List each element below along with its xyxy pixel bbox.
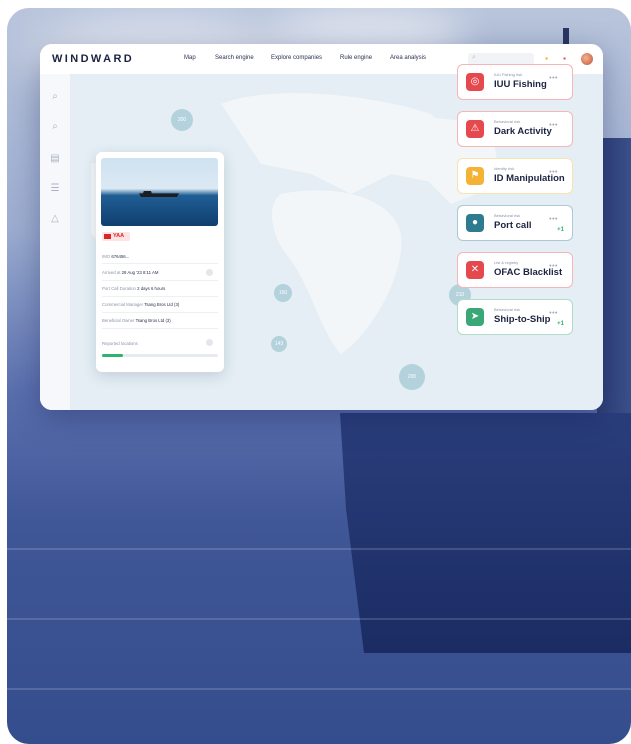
more-icon[interactable]: ••• — [549, 263, 558, 270]
risk-category: IUU Fishing risk — [494, 72, 523, 77]
toggle-icon[interactable] — [206, 339, 213, 346]
progress-bar — [102, 354, 218, 357]
fish-icon: ◎ — [466, 73, 484, 91]
map-cluster[interactable]: 200 — [171, 109, 193, 131]
flag-icon: ⚑ — [466, 167, 484, 185]
nav-explore-companies[interactable]: Explore companies — [271, 55, 322, 61]
vessel-row: Arrived at 28 Aug '23 8:11 AM — [102, 270, 159, 275]
search-icon[interactable]: ⌕ — [49, 122, 61, 132]
reported-locations-label: Reported locations — [102, 341, 138, 346]
risk-title: Dark Activity — [494, 126, 552, 137]
vessel-row: IMO 676456... — [102, 254, 130, 259]
vessel-icon — [139, 191, 179, 197]
sea-wave — [7, 688, 631, 690]
nav-area-analysis[interactable]: Area analysis — [390, 55, 426, 61]
flag-label: YAA — [113, 233, 125, 239]
sea-wave — [7, 618, 631, 620]
extra-count: +1 — [557, 227, 564, 233]
divider — [102, 312, 218, 313]
sea-wave — [7, 548, 631, 550]
risk-card[interactable]: ◎ IUU Fishing risk IUU Fishing ••• — [457, 64, 573, 100]
risk-card[interactable]: ⚑ Identity risk ID Manipulation ••• — [457, 158, 573, 194]
risk-category: Behavioral risk — [494, 307, 521, 312]
map-cluster[interactable]: 143 — [271, 336, 287, 352]
divider — [102, 328, 218, 329]
risk-category: Behavioral risk — [494, 213, 521, 218]
building-icon[interactable]: ▤ — [49, 154, 61, 164]
pin-icon: ● — [466, 214, 484, 232]
vessel-photo — [101, 158, 218, 226]
map-cluster[interactable]: 150 — [274, 284, 292, 302]
notifications-icon[interactable]: ▪ — [542, 55, 551, 63]
risk-card[interactable]: ⚠ Behavioral risk Dark Activity ••• — [457, 111, 573, 147]
risk-title: Port call — [494, 220, 532, 231]
search-icon: ⌕ — [472, 54, 476, 61]
avatar[interactable] — [581, 53, 593, 65]
map-cluster[interactable]: 200 — [399, 364, 425, 390]
list-icon[interactable]: ☰ — [49, 184, 61, 194]
divider — [102, 263, 218, 264]
logo: WINDWARD — [52, 53, 135, 65]
nav-search-engine[interactable]: Search engine — [215, 55, 254, 61]
risk-category: Behavioral risk — [494, 119, 521, 124]
vessel-card[interactable]: YAA IMO 676456... Arrived at 28 Aug '23 … — [96, 152, 224, 372]
left-sidebar: ⌕ ⌕ ▤ ☰ △ — [40, 74, 71, 410]
risk-title: IUU Fishing — [494, 79, 547, 90]
flag-icon — [104, 234, 111, 239]
risk-title: Ship-to-Ship — [494, 314, 551, 325]
more-icon[interactable]: ••• — [549, 169, 558, 176]
risk-category: Identity risk — [494, 166, 515, 171]
progress-fill — [102, 354, 123, 357]
warning-icon: ⚠ — [466, 120, 484, 138]
app-window: WINDWARD Map Search engine Explore compa… — [40, 44, 603, 410]
divider — [102, 296, 218, 297]
expand-icon[interactable] — [206, 269, 213, 276]
risk-category: List & registry — [494, 260, 519, 265]
vessel-row: Commercial Manager Tsang Bros Ltd (3) — [102, 302, 180, 307]
more-icon[interactable]: ••• — [549, 310, 558, 317]
alert-icon[interactable]: △ — [49, 214, 61, 224]
more-icon[interactable]: ••• — [549, 75, 558, 82]
vessel-row: Port Call Duration 2 days 6 hours — [102, 286, 166, 291]
risk-card[interactable]: ✕ List & registry OFAC Blacklist ••• — [457, 252, 573, 288]
risk-card[interactable]: ➤ Behavioral risk Ship-to-Ship ••• +1 — [457, 299, 573, 335]
more-icon[interactable]: ••• — [549, 122, 558, 129]
ship-hull — [340, 413, 631, 653]
divider — [102, 280, 218, 281]
alerts-icon[interactable]: ▪ — [560, 55, 569, 63]
send-icon: ➤ — [466, 308, 484, 326]
search-icon[interactable]: ⌕ — [49, 92, 61, 102]
close-icon: ✕ — [466, 261, 484, 279]
vessel-row: Beneficial Owner Tsang Bros Ltd (3) — [102, 318, 171, 323]
extra-count: +1 — [557, 321, 564, 327]
risk-card[interactable]: ● Behavioral risk Port call ••• +1 — [457, 205, 573, 241]
more-icon[interactable]: ••• — [549, 216, 558, 223]
nav-map[interactable]: Map — [184, 55, 196, 61]
flag-badge: YAA — [102, 232, 130, 241]
nav-rule-engine[interactable]: Rule engine — [340, 55, 372, 61]
